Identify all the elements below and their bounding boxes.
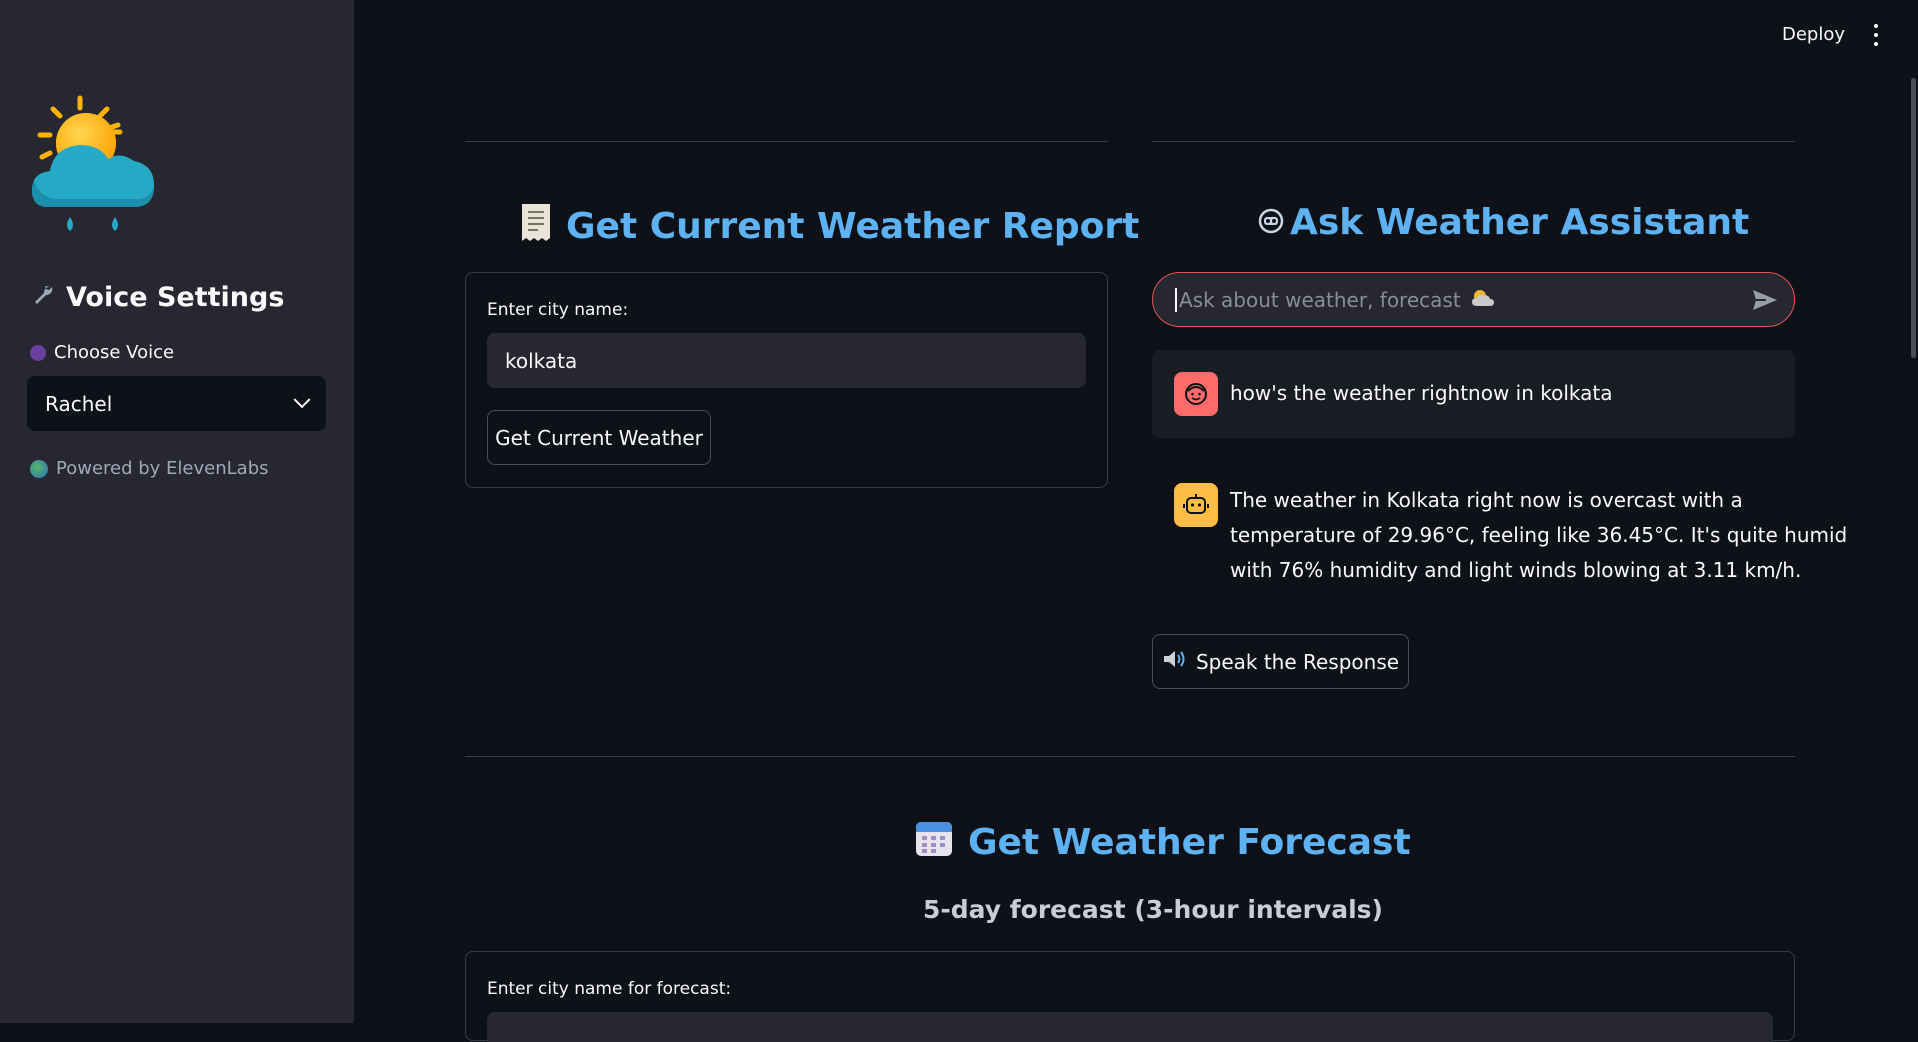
forecast-heading-text: Get Weather Forecast [968, 822, 1411, 863]
assistant-message: The weather in Kolkata right now is over… [1230, 483, 1847, 588]
assistant-message-line: temperature of 29.96°C, feeling like 36.… [1230, 523, 1848, 547]
divider [465, 756, 1795, 757]
forecast-city-input[interactable] [487, 1012, 1773, 1042]
weather-logo-icon [30, 95, 160, 241]
scrollbar[interactable] [1911, 78, 1916, 358]
text-caret [1175, 287, 1177, 312]
powered-by-text: Powered by ElevenLabs [56, 458, 269, 479]
forecast-heading: Get Weather Forecast [914, 818, 1411, 867]
chevron-down-icon [293, 390, 311, 408]
speaker-icon [1162, 649, 1186, 674]
assistant-message-line: The weather in Kolkata right now is over… [1230, 488, 1743, 512]
forecast-subheading: 5-day forecast (3-hour intervals) [923, 895, 1383, 924]
speak-response-button[interactable]: Speak the Response [1152, 634, 1409, 689]
send-icon[interactable] [1752, 288, 1778, 317]
city-input-label: Enter city name: [487, 300, 629, 320]
more-menu-icon[interactable] [1869, 24, 1883, 46]
divider [465, 141, 1108, 142]
voice-orb-icon [30, 344, 46, 361]
powered-by: Powered by ElevenLabs [30, 458, 269, 479]
assistant-avatar-icon [1174, 483, 1218, 527]
assistant-heading: Ask Weather Assistant [1258, 202, 1749, 243]
speak-response-label: Speak the Response [1195, 649, 1400, 674]
sidebar: Voice Settings Choose Voice Rachel Power… [0, 0, 354, 1023]
voice-settings-label: Voice Settings [66, 282, 285, 313]
wrench-icon [32, 283, 56, 313]
user-avatar-icon [1174, 372, 1218, 416]
chat-input[interactable]: Ask about weather, forecast [1152, 272, 1795, 327]
voice-select[interactable]: Rachel [27, 376, 326, 431]
forecast-city-label: Enter city name for forecast: [487, 979, 732, 999]
assistant-message-line: with 76% humidity and light winds blowin… [1230, 558, 1802, 582]
receipt-icon [520, 202, 552, 251]
user-message-text: how's the weather rightnow in kolkata [1230, 381, 1613, 405]
calendar-icon [914, 818, 954, 867]
chat-input-placeholder: Ask about weather, forecast [1179, 287, 1461, 312]
globe-icon [30, 459, 48, 478]
robot-face-icon [1258, 202, 1284, 243]
current-weather-heading: Get Current Weather Report [520, 202, 1139, 251]
cloud-sun-icon [1471, 288, 1495, 312]
current-weather-heading-text: Get Current Weather Report [566, 206, 1140, 247]
choose-voice-text: Choose Voice [54, 342, 175, 363]
voice-select-value: Rachel [45, 391, 113, 416]
assistant-heading-text: Ask Weather Assistant [1290, 202, 1750, 243]
city-input[interactable]: kolkata [487, 333, 1086, 388]
voice-settings-title: Voice Settings [32, 282, 284, 313]
get-current-weather-button[interactable]: Get Current Weather [487, 410, 711, 465]
deploy-button[interactable]: Deploy [1782, 24, 1845, 45]
divider [1152, 141, 1795, 142]
choose-voice-label: Choose Voice [30, 342, 174, 363]
